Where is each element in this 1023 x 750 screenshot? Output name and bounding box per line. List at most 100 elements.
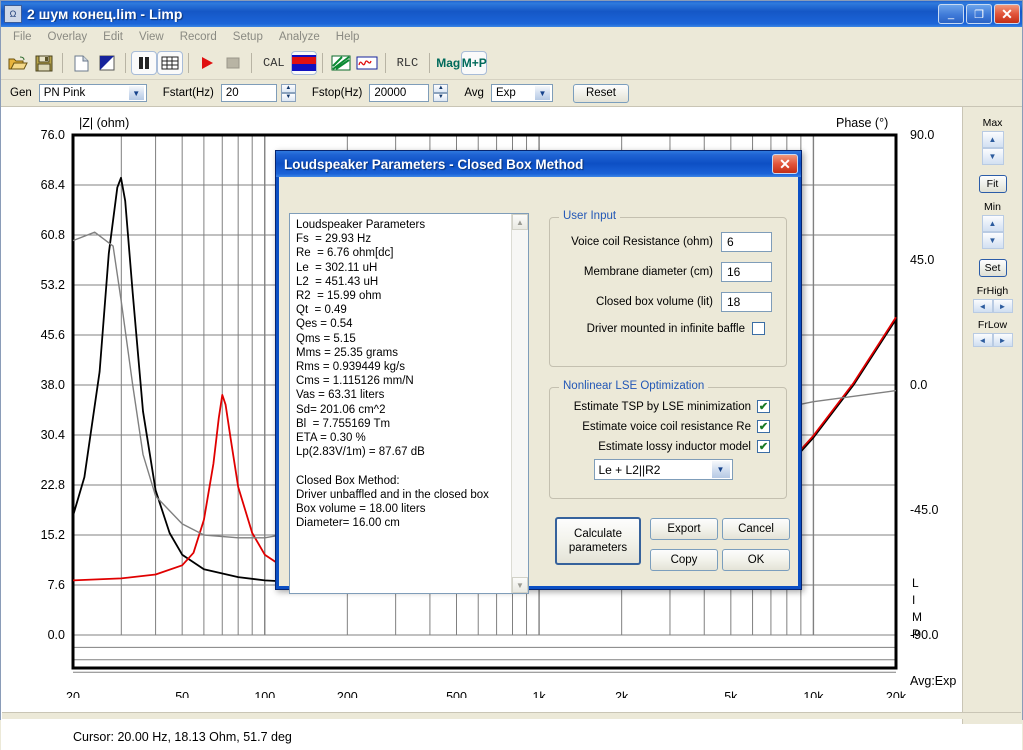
fstart-label: Fstart(Hz) [162,87,214,99]
magphase-button[interactable]: M+P [461,51,488,75]
infinite-baffle-checkbox[interactable] [752,322,765,335]
reset-button[interactable]: Reset [572,83,629,103]
user-input-group-title: User Input [559,210,621,222]
inductor-model-value: Le + L2||R2 [598,462,661,477]
generator-select[interactable]: PN Pink ▼ [38,84,147,102]
max-down-icon[interactable]: ▼ [981,148,1004,165]
ok-button[interactable]: OK [722,549,790,571]
max-stepper[interactable]: ▲ ▼ [981,131,1004,165]
closed-box-volume-row: Closed box volume (lit) 18 [556,292,772,312]
min-stepper[interactable]: ▲ ▼ [981,215,1004,249]
svg-text:7.6: 7.6 [48,578,65,592]
svg-text:90.0: 90.0 [910,128,934,142]
membrane-diameter-input[interactable]: 16 [721,262,772,282]
menu-item-edit[interactable]: Edit [95,29,131,45]
waveform-icon[interactable] [354,51,380,75]
min-up-icon[interactable]: ▲ [981,215,1004,232]
svg-text:30.4: 30.4 [41,428,65,442]
min-down-icon[interactable]: ▼ [981,232,1004,249]
diagonal-icon[interactable] [328,51,354,75]
chevron-down-icon: ▼ [710,460,731,479]
measurement-control-bar: Gen PN Pink ▼ Fstart(Hz) 20 ▲ ▼ Fstop(Hz)… [1,80,1022,107]
mag-button[interactable]: Mag [435,51,461,75]
frlow-arrows[interactable]: ◄ ► [972,333,1013,347]
open-file-icon[interactable] [5,51,31,75]
frlow-left-icon[interactable]: ◄ [972,333,993,347]
toolbar-separator [321,53,323,73]
estimate-inductor-checkbox[interactable]: ✔ [757,440,770,453]
svg-text:15.2: 15.2 [41,528,65,542]
frlow-right-icon[interactable]: ► [992,333,1013,347]
estimate-tsp-checkbox[interactable]: ✔ [757,400,770,413]
svg-text:M: M [912,610,922,624]
estimate-inductor-row: Estimate lossy inductor model ✔ [556,440,770,453]
membrane-diameter-label: Membrane diameter (cm) [583,266,713,278]
menu-item-setup[interactable]: Setup [225,29,271,45]
menu-item-record[interactable]: Record [172,29,225,45]
voice-coil-resistance-input[interactable]: 6 [721,232,772,252]
overlay-icon[interactable] [94,51,120,75]
menu-item-analyze[interactable]: Analyze [271,29,328,45]
svg-text:I: I [912,593,915,607]
scroll-down-icon[interactable]: ▼ [512,577,528,593]
avg-select[interactable]: Exp ▼ [490,84,553,102]
table-icon[interactable] [157,51,183,75]
fstart-input[interactable]: 20 [220,84,277,102]
inductor-model-select[interactable]: Le + L2||R2 ▼ [593,459,733,480]
play-icon[interactable] [194,51,220,75]
svg-text:10k: 10k [803,690,824,698]
save-file-icon[interactable] [31,51,57,75]
maximize-button[interactable]: ❐ [966,4,992,24]
menu-item-file[interactable]: File [5,29,40,45]
dialog-body: Loudspeaker Parameters Fs = 29.93 Hz Re … [276,177,801,594]
scroll-up-icon[interactable]: ▲ [512,214,528,230]
menu-item-view[interactable]: View [131,29,172,45]
svg-text:500: 500 [446,690,467,698]
toolbar-separator [188,53,189,73]
max-label: Max [982,117,1003,129]
fstart-stepper[interactable]: ▲ ▼ [280,84,296,102]
results-scrollbar[interactable]: ▲ ▼ [511,214,528,593]
voice-coil-resistance-label: Voice coil Resistance (ohm) [571,236,713,248]
fstop-label: Fstop(Hz) [311,87,363,99]
svg-text:68.4: 68.4 [41,178,65,192]
frhigh-right-icon[interactable]: ► [992,299,1013,313]
gradient-icon[interactable] [290,51,317,75]
max-up-icon[interactable]: ▲ [981,131,1004,148]
lse-optimization-group: Nonlinear LSE Optimization Estimate TSP … [549,380,787,499]
estimate-re-checkbox[interactable]: ✔ [757,420,770,433]
fstop-input[interactable]: 20000 [369,84,430,102]
svg-text:38.0: 38.0 [41,378,65,392]
menu-item-overlay[interactable]: Overlay [40,29,96,45]
svg-text:60.8: 60.8 [41,228,65,242]
minimize-button[interactable]: _ [938,4,964,24]
set-button[interactable]: Set [978,259,1007,277]
fstop-stepper[interactable]: ▲ ▼ [433,84,449,102]
new-document-icon[interactable] [68,51,94,75]
rlc-button[interactable]: RLC [391,51,425,75]
calculate-parameters-button[interactable]: Calculate parameters [555,517,641,565]
toolbar-separator [62,53,63,73]
copy-button[interactable]: Copy [650,549,718,571]
voice-coil-resistance-row: Voice coil Resistance (ohm) 6 [556,232,772,252]
frhigh-arrows[interactable]: ◄ ► [972,299,1013,313]
stop-icon[interactable] [220,51,246,75]
frhigh-left-icon[interactable]: ◄ [972,299,993,313]
closed-box-volume-input[interactable]: 18 [721,292,772,312]
dialog-title-bar: Loudspeaker Parameters - Closed Box Meth… [276,151,801,177]
pause-icon[interactable] [131,51,157,75]
export-button[interactable]: Export [650,518,718,540]
svg-text:100: 100 [254,690,275,698]
svg-text:0.0: 0.0 [910,378,927,392]
dialog-close-button[interactable]: ✕ [772,154,798,174]
svg-text:53.2: 53.2 [41,278,65,292]
svg-text:0.0: 0.0 [48,628,65,642]
close-button[interactable]: ✕ [994,4,1020,24]
menu-item-help[interactable]: Help [328,29,368,45]
window-title: 2 шум конец.lim - Limp [27,6,183,22]
fit-button[interactable]: Fit [978,175,1007,193]
results-listbox[interactable]: Loudspeaker Parameters Fs = 29.93 Hz Re … [289,213,529,594]
cal-button[interactable]: CAL [257,51,291,75]
svg-text:20: 20 [66,690,80,698]
cancel-button[interactable]: Cancel [722,518,790,540]
